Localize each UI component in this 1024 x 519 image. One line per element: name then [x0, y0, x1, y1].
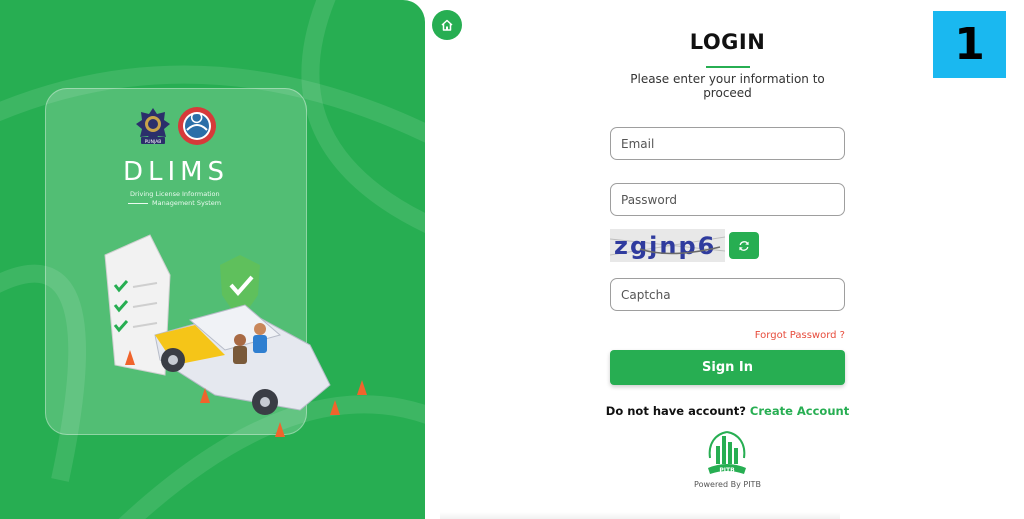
home-icon	[441, 19, 453, 31]
brand-subtitle-line2: Management System	[128, 199, 221, 207]
title-underline	[706, 66, 750, 68]
login-title: LOGIN	[689, 30, 766, 54]
forgot-password-link[interactable]: Forgot Password ?	[720, 330, 845, 341]
no-account-text: Do not have account?	[605, 404, 746, 418]
step-badge: 1	[933, 11, 1006, 78]
brand-logos: PUNJAB	[46, 106, 306, 146]
captcha-image: zgjnp6	[610, 229, 725, 262]
brand-subtitle-line1: Driving License Information	[130, 190, 220, 198]
sign-in-button[interactable]: Sign In	[610, 350, 845, 385]
home-button[interactable]	[432, 10, 462, 40]
svg-text:PITB: PITB	[719, 467, 735, 474]
svg-text:zgjnp6: zgjnp6	[614, 232, 716, 260]
svg-text:PUNJAB: PUNJAB	[145, 139, 162, 145]
create-account-link[interactable]: Create Account	[750, 404, 849, 418]
brand-panel: PUNJAB DLIMS Driving License Information…	[0, 0, 425, 519]
driving-test-illustration	[104, 234, 367, 437]
step-number: 1	[954, 18, 985, 70]
police-badge-icon: PUNJAB	[136, 108, 170, 145]
refresh-icon	[739, 240, 749, 251]
pitb-logo-icon: PITB	[708, 431, 746, 474]
email-field[interactable]	[610, 127, 845, 160]
government-seal-icon	[178, 107, 216, 145]
password-field[interactable]	[610, 183, 845, 216]
brand-title: DLIMS	[122, 157, 230, 187]
login-subtitle: Please enter your information to proceed	[630, 72, 825, 100]
captcha-refresh-button[interactable]	[729, 232, 759, 259]
powered-by-text: Powered By PITB	[694, 480, 761, 489]
bottom-shadow	[440, 512, 840, 519]
create-account-row: Do not have account? Create Account	[600, 404, 855, 418]
captcha-field[interactable]	[610, 278, 845, 311]
